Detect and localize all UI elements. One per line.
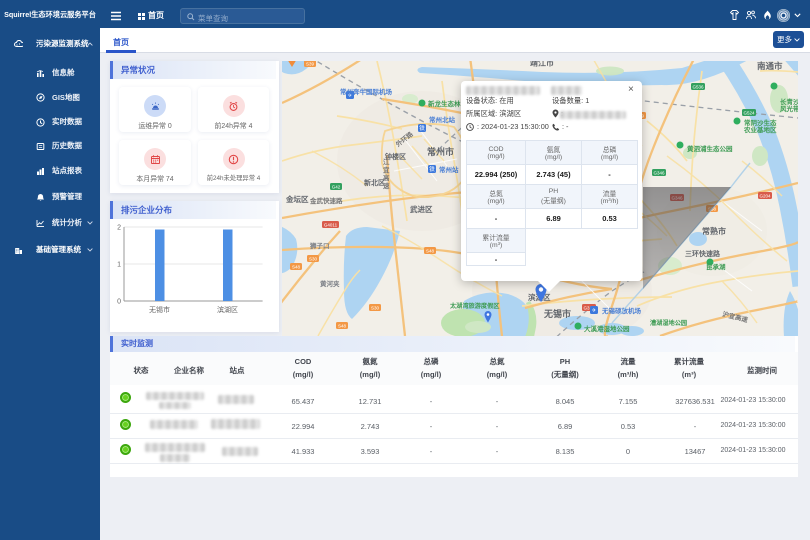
- svg-text:G42: G42: [332, 185, 341, 190]
- svg-text:农业基地区: 农业基地区: [743, 125, 777, 134]
- svg-text:三环快速路: 三环快速路: [685, 249, 721, 258]
- svg-text:南通市: 南通市: [757, 61, 783, 71]
- svg-text:风光带: 风光带: [780, 104, 798, 113]
- svg-text:狮子口: 狮子口: [309, 241, 330, 250]
- svg-text:黄河夹: 黄河夹: [320, 279, 340, 288]
- svg-text:✈: ✈: [592, 307, 597, 314]
- svg-text:G536: G536: [692, 85, 704, 90]
- svg-text:S48: S48: [292, 265, 301, 270]
- svg-text:S39: S39: [306, 62, 315, 67]
- svg-text:长青沙滨江: 长青沙滨江: [780, 97, 798, 106]
- svg-text:S30: S30: [309, 257, 318, 262]
- svg-text:新北区: 新北区: [364, 178, 385, 187]
- svg-text:常熟市: 常熟市: [702, 226, 726, 236]
- svg-text:新龙生态林: 新龙生态林: [428, 99, 461, 108]
- svg-text:宜: 宜: [383, 165, 390, 174]
- svg-text:无锡市: 无锡市: [543, 308, 571, 319]
- svg-text:G524: G524: [743, 111, 755, 116]
- svg-text:S30: S30: [371, 306, 380, 311]
- svg-text:常州北站: 常州北站: [429, 115, 456, 124]
- svg-text:S48: S48: [426, 249, 435, 254]
- svg-text:常州奔牛国际机场: 常州奔牛国际机场: [340, 87, 393, 96]
- svg-text:无锡市: 无锡市: [149, 305, 170, 314]
- svg-text:1: 1: [117, 262, 121, 269]
- svg-text:常州市: 常州市: [427, 146, 454, 157]
- svg-text:大溪港湿地公园: 大溪港湿地公园: [584, 324, 630, 333]
- svg-text:江: 江: [383, 157, 390, 166]
- svg-text:S48: S48: [338, 324, 347, 329]
- svg-text:黄泗浦生态公园: 黄泗浦生态公园: [687, 144, 733, 153]
- svg-text:G4011: G4011: [324, 223, 338, 228]
- svg-text:高: 高: [383, 173, 390, 182]
- svg-text:靖江市: 靖江市: [530, 61, 554, 68]
- svg-text:常州站: 常州站: [439, 165, 459, 174]
- svg-text:无锡硕放机场: 无锡硕放机场: [601, 306, 642, 315]
- svg-text:金坛区: 金坛区: [285, 194, 309, 204]
- svg-text:武进区: 武进区: [410, 204, 433, 214]
- svg-text:铁: 铁: [419, 124, 425, 132]
- svg-text:2: 2: [117, 225, 121, 232]
- svg-text:常阴沙生态: 常阴沙生态: [744, 118, 777, 127]
- svg-text:金武快速路: 金武快速路: [309, 196, 343, 205]
- svg-text:G204: G204: [759, 194, 771, 199]
- svg-text:昆承湖: 昆承湖: [706, 262, 726, 271]
- svg-text:漕湖湿地公园: 漕湖湿地公园: [649, 319, 687, 327]
- svg-text:太湖湾旅游度假区: 太湖湾旅游度假区: [450, 302, 500, 310]
- svg-text:0: 0: [117, 299, 121, 306]
- svg-text:铁: 铁: [429, 165, 435, 173]
- svg-text:速: 速: [383, 181, 390, 190]
- svg-text:滨湖区: 滨湖区: [217, 305, 238, 314]
- svg-text:G346: G346: [653, 171, 665, 176]
